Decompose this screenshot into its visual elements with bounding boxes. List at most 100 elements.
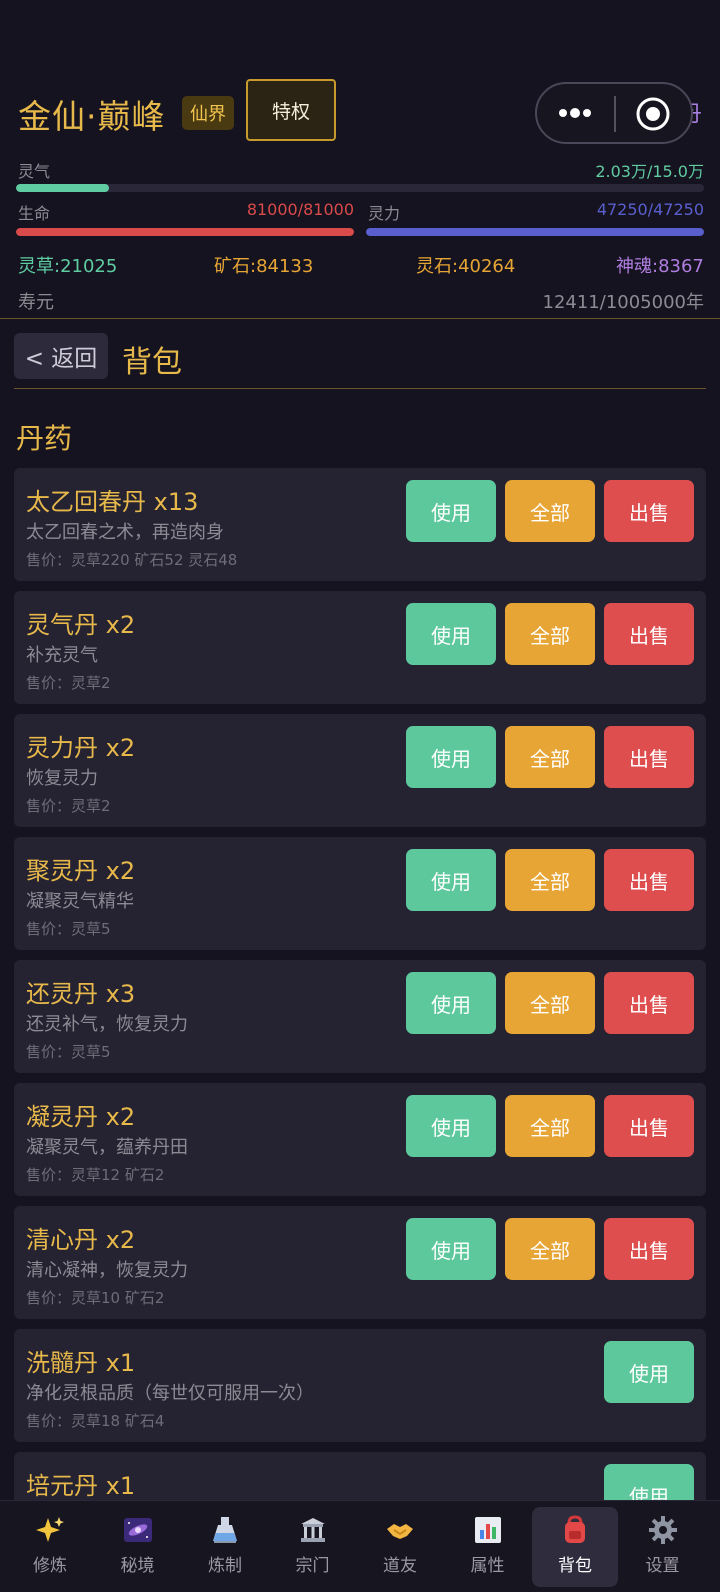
close-target-icon[interactable] <box>635 96 671 132</box>
sell-button[interactable]: 出售 <box>604 972 694 1034</box>
spirit-bar <box>366 228 704 236</box>
spirit-bar-fill <box>366 228 704 236</box>
use-all-button[interactable]: 全部 <box>505 1218 595 1280</box>
resource-stat: 灵石:40264 <box>416 256 516 277</box>
use-button[interactable]: 使用 <box>604 1341 694 1403</box>
item-card: 凝灵丹 x2 凝聚灵气，蕴养丹田 售价：灵草12 矿石2 使用 全部 出售 <box>14 1083 706 1196</box>
sell-button[interactable]: 出售 <box>604 603 694 665</box>
item-description: 恢复灵力 <box>26 768 98 789</box>
qi-bar <box>16 184 704 192</box>
item-name: 培元丹 x1 <box>26 1472 136 1500</box>
item-list: 太乙回春丹 x13 太乙回春之术，再造肉身 售价：灵草220 矿石52 灵石48 使用… <box>14 468 706 1575</box>
use-button[interactable]: 使用 <box>406 1218 496 1280</box>
qi-label: 灵气 <box>18 162 51 181</box>
tab-bar-chart[interactable]: 属性 <box>445 1507 531 1587</box>
lifespan-row: 寿元 12411/1005000年 <box>16 282 704 316</box>
resource-stat: 灵草:21025 <box>18 256 118 277</box>
item-card: 洗髓丹 x1 净化灵根品质（每世仅可服用一次） 售价：灵草18 矿石4 使用 <box>14 1329 706 1442</box>
item-price: 售价：灵草2 <box>26 674 111 692</box>
temple-icon <box>298 1515 328 1545</box>
backpack-icon <box>560 1515 590 1545</box>
use-all-button[interactable]: 全部 <box>505 1095 595 1157</box>
use-all-button[interactable]: 全部 <box>505 603 595 665</box>
page-nav: < 返回 背包 <box>0 319 720 389</box>
sell-button[interactable]: 出售 <box>604 849 694 911</box>
item-description: 净化灵根品质（每世仅可服用一次） <box>26 1383 314 1404</box>
tab-label: 秘境 <box>120 1556 155 1576</box>
item-card: 太乙回春丹 x13 太乙回春之术，再造肉身 售价：灵草220 矿石52 灵石48 使用… <box>14 468 706 581</box>
use-all-button[interactable]: 全部 <box>505 726 595 788</box>
item-price: 售价：灵草5 <box>26 920 111 938</box>
tab-backpack[interactable]: 背包 <box>532 1507 618 1587</box>
use-button[interactable]: 使用 <box>406 849 496 911</box>
item-card: 聚灵丹 x2 凝聚灵气精华 售价：灵草5 使用 全部 出售 <box>14 837 706 950</box>
bottom-tab-bar: 修炼 秘境 炼制 宗门 道友 属性 背包 设置 <box>0 1500 720 1592</box>
use-button[interactable]: 使用 <box>406 726 496 788</box>
mini-program-capsule <box>535 82 693 144</box>
title-row: 金仙·巅峰 仙界 特权 炼丹 <box>16 66 704 158</box>
sell-button[interactable]: 出售 <box>604 1218 694 1280</box>
bar-chart-icon <box>473 1515 503 1545</box>
item-description: 清心凝神，恢复灵力 <box>26 1260 188 1281</box>
tab-label: 宗门 <box>295 1556 330 1576</box>
qi-row: 灵气 2.03万/15.0万 <box>16 158 704 184</box>
spirit-label: 灵力 <box>368 204 401 223</box>
use-button[interactable]: 使用 <box>406 603 496 665</box>
item-card: 灵气丹 x2 补充灵气售价：灵草2 使用 全部 出售 <box>14 591 706 704</box>
life-spirit-row: 生命 81000/81000 灵力 47250/47250 <box>16 200 704 246</box>
status-strip <box>0 0 720 66</box>
tab-temple[interactable]: 宗门 <box>270 1507 356 1587</box>
item-price: 售价：灵草18 矿石4 <box>26 1412 165 1430</box>
use-button[interactable]: 使用 <box>406 972 496 1034</box>
spirit-value: 47250/47250 <box>596 200 704 219</box>
item-name: 洗髓丹 x1 <box>26 1349 136 1377</box>
sparkle-icon <box>35 1515 65 1545</box>
qi-bar-fill <box>16 184 109 192</box>
use-all-button[interactable]: 全部 <box>505 972 595 1034</box>
player-header: 金仙·巅峰 仙界 特权 炼丹 灵气 2.03万/15.0万 <box>0 66 720 318</box>
item-name: 灵气丹 x2 <box>26 611 136 639</box>
app-page: 金仙·巅峰 仙界 特权 炼丹 灵气 2.03万/15.0万 <box>0 0 720 1592</box>
resource-stat: 矿石:84133 <box>214 256 314 277</box>
more-icon[interactable] <box>557 106 593 120</box>
resource-row: 灵草:21025 矿石:84133 灵石:40264 神魂:8367 <box>16 248 704 282</box>
realm-badge: 仙界 <box>182 96 234 130</box>
tab-gear[interactable]: 设置 <box>620 1507 706 1587</box>
sell-button[interactable]: 出售 <box>604 726 694 788</box>
handshake-icon <box>385 1515 415 1545</box>
item-name: 聚灵丹 x2 <box>26 857 136 885</box>
item-description: 补充灵气 <box>26 645 98 666</box>
tab-flask[interactable]: 炼制 <box>182 1507 268 1587</box>
page-title: 背包 <box>122 345 182 380</box>
flask-icon <box>210 1515 240 1545</box>
item-card: 还灵丹 x3 还灵补气，恢复灵力 售价：灵草5 使用 全部 出售 <box>14 960 706 1073</box>
galaxy-icon <box>123 1515 153 1545</box>
tab-label: 背包 <box>558 1556 592 1576</box>
lifespan-value: 12411/1005000年 <box>542 292 705 313</box>
tab-sparkle[interactable]: 修炼 <box>7 1507 93 1587</box>
qi-value: 2.03万/15.0万 <box>595 162 704 181</box>
item-price: 售价：灵草220 矿石52 灵石48 <box>26 551 238 569</box>
use-all-button[interactable]: 全部 <box>505 480 595 542</box>
lifespan-label: 寿元 <box>18 292 54 313</box>
use-all-button[interactable]: 全部 <box>505 849 595 911</box>
item-card: 清心丹 x2 清心凝神，恢复灵力 售价：灵草10 矿石2 使用 全部 出售 <box>14 1206 706 1319</box>
item-description: 还灵补气，恢复灵力 <box>26 1014 188 1035</box>
tab-galaxy[interactable]: 秘境 <box>95 1507 181 1587</box>
capsule-divider <box>614 96 616 132</box>
privilege-button[interactable]: 特权 <box>246 79 336 141</box>
use-button[interactable]: 使用 <box>406 480 496 542</box>
sell-button[interactable]: 出售 <box>604 1095 694 1157</box>
life-bar <box>16 228 354 236</box>
life-label: 生命 <box>18 204 51 223</box>
item-name: 凝灵丹 x2 <box>26 1103 136 1131</box>
tab-label: 修炼 <box>33 1556 67 1576</box>
life-value: 81000/81000 <box>246 200 354 219</box>
realm-title: 金仙·巅峰 <box>18 97 166 136</box>
back-button[interactable]: < 返回 <box>14 333 108 379</box>
life-bar-fill <box>16 228 354 236</box>
tab-handshake[interactable]: 道友 <box>357 1507 443 1587</box>
item-price: 售价：灵草2 <box>26 797 111 815</box>
use-button[interactable]: 使用 <box>406 1095 496 1157</box>
sell-button[interactable]: 出售 <box>604 480 694 542</box>
